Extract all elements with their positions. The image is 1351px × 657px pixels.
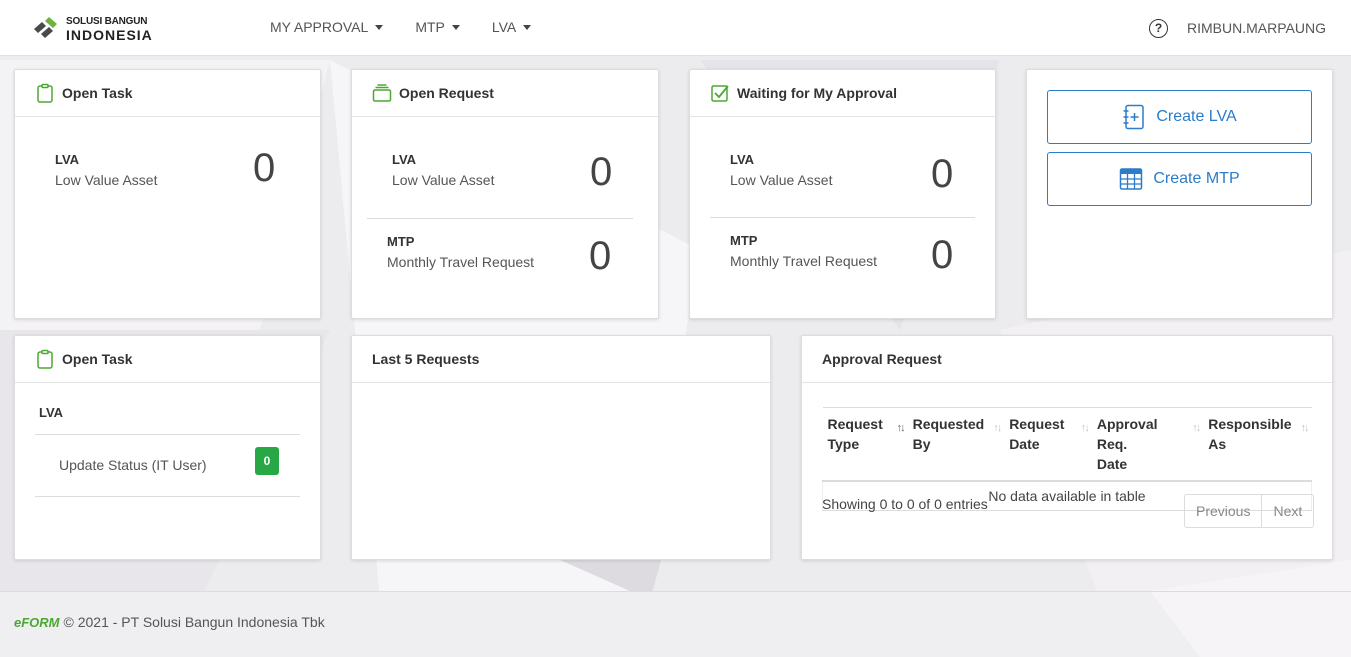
sort-icon: ↑↓ <box>1300 422 1310 434</box>
quick-actions-card: Create LVA Create MTP <box>1026 69 1333 319</box>
approval-request-card: Approval Request Request Type ↑↓ Request… <box>801 335 1333 560</box>
help-icon[interactable]: ? <box>1149 19 1168 38</box>
approval-request-title: Approval Request <box>822 351 942 367</box>
last-requests-card: Last 5 Requests <box>351 335 771 560</box>
open-request-title: Open Request <box>399 85 494 101</box>
stat-count[interactable]: 0 <box>931 152 953 197</box>
stat-count[interactable]: 0 <box>590 150 612 195</box>
nav-my-approval-label: MY APPROVAL <box>270 19 369 35</box>
sort-icon: ↑↓ <box>993 422 1002 434</box>
stat-count[interactable]: 0 <box>253 146 275 191</box>
col-approval-req-date[interactable]: Approval Req. Date ↑↓ <box>1091 407 1204 482</box>
task-item-label[interactable]: Update Status (IT User) <box>59 457 207 473</box>
stat-desc: Monthly Travel Request <box>387 254 535 270</box>
sort-icon: ↑↓ <box>1192 422 1201 434</box>
stat-count[interactable]: 0 <box>589 234 611 279</box>
waiting-approval-card: Waiting for My Approval LVA Low Value As… <box>689 69 996 319</box>
nav-mtp[interactable]: MTP <box>415 19 460 35</box>
create-lva-label: Create LVA <box>1156 108 1237 125</box>
waiting-approval-header: Waiting for My Approval <box>690 70 995 117</box>
col-request-type[interactable]: Request Type ↑↓ <box>822 407 908 482</box>
row-divider <box>35 496 300 497</box>
check-square-icon <box>711 85 729 102</box>
create-lva-button[interactable]: Create LVA <box>1047 90 1312 144</box>
col-line: Type <box>827 436 860 452</box>
nav-mtp-label: MTP <box>415 19 445 35</box>
stat-code: MTP <box>730 233 758 248</box>
brand-line2: INDONESIA <box>66 26 153 43</box>
stat-desc: Monthly Travel Request <box>730 253 878 269</box>
top-navbar: SOLUSI BANGUN INDONESIA MY APPROVAL MTP … <box>0 0 1351 56</box>
caret-down-icon <box>523 24 532 30</box>
open-task-detail-card: Open Task LVA Update Status (IT User) 0 <box>14 335 321 560</box>
caret-down-icon <box>451 24 460 30</box>
stack-icon <box>372 84 392 102</box>
footer: eFORM © 2021 - PT Solusi Bangun Indonesi… <box>14 614 325 630</box>
open-task-detail-header: Open Task <box>15 336 320 383</box>
col-line: Request <box>827 416 883 432</box>
footer-copyright: © 2021 - PT Solusi Bangun Indonesia Tbk <box>63 614 325 630</box>
footer-divider <box>0 591 1351 592</box>
task-group-label: LVA <box>39 405 64 420</box>
last-requests-header: Last 5 Requests <box>352 336 770 383</box>
row-divider <box>367 218 633 219</box>
col-request-date[interactable]: Request Date ↑↓ <box>1004 407 1092 482</box>
col-line: Date <box>1009 436 1040 452</box>
clipboard-icon <box>37 83 53 103</box>
task-count-badge[interactable]: 0 <box>255 447 279 475</box>
open-task-detail-title: Open Task <box>62 351 133 367</box>
create-mtp-label: Create MTP <box>1153 170 1240 187</box>
col-line: Approval Req. <box>1096 416 1158 452</box>
caret-down-icon <box>375 24 384 30</box>
open-task-header: Open Task <box>15 70 320 117</box>
col-line: Requested <box>912 416 985 432</box>
main-menu: MY APPROVAL MTP LVA <box>270 19 563 35</box>
stat-code: LVA <box>55 152 80 167</box>
brand-line1: SOLUSI BANGUN <box>66 15 148 27</box>
stat-desc: Low Value Asset <box>392 172 495 188</box>
user-menu[interactable]: RIMBUN.MARPAUNG <box>1187 20 1326 36</box>
col-line: As <box>1208 436 1227 452</box>
stat-code: LVA <box>392 152 417 167</box>
previous-button[interactable]: Previous <box>1185 495 1261 527</box>
col-requested-by[interactable]: Requested By ↑↓ <box>907 407 1005 482</box>
stat-code: MTP <box>387 234 415 249</box>
stat-desc: Low Value Asset <box>730 172 833 188</box>
sort-icon: ↑↓ <box>896 422 906 434</box>
nav-lva[interactable]: LVA <box>491 19 532 35</box>
col-line: By <box>912 436 931 452</box>
table-grid-icon <box>1120 168 1143 190</box>
brand-logo[interactable]: SOLUSI BANGUN INDONESIA <box>32 16 153 42</box>
open-task-title: Open Task <box>62 85 133 101</box>
eform-logo: eFORM <box>14 614 60 630</box>
stat-desc: Low Value Asset <box>55 172 158 188</box>
nav-my-approval[interactable]: MY APPROVAL <box>270 19 384 35</box>
brand-mark-icon <box>34 17 57 38</box>
approval-request-header: Approval Request <box>802 336 1332 383</box>
open-request-header: Open Request <box>352 70 658 117</box>
stat-count[interactable]: 0 <box>931 233 953 278</box>
nav-lva-label: LVA <box>491 19 517 35</box>
col-line: Responsible <box>1208 416 1292 432</box>
next-button[interactable]: Next <box>1261 495 1313 527</box>
col-line: Request <box>1009 416 1065 432</box>
last-requests-title: Last 5 Requests <box>372 351 480 367</box>
sort-icon: ↑↓ <box>1080 422 1090 434</box>
col-line: Date <box>1096 456 1128 472</box>
table-info: Showing 0 to 0 of 0 entries <box>822 496 988 512</box>
clipboard-icon <box>37 349 53 369</box>
open-request-card: Open Request LVA Low Value Asset 0 MTP M… <box>351 69 659 319</box>
row-divider <box>35 434 300 435</box>
open-task-card: Open Task LVA Low Value Asset 0 <box>14 69 321 319</box>
row-divider <box>710 217 975 218</box>
waiting-approval-title: Waiting for My Approval <box>737 85 897 101</box>
stat-code: LVA <box>730 152 755 167</box>
col-responsible-as[interactable]: Responsible As ↑↓ <box>1203 407 1312 482</box>
pagination: Previous Next <box>1184 494 1315 528</box>
notebook-plus-icon <box>1123 104 1145 130</box>
create-mtp-button[interactable]: Create MTP <box>1047 152 1312 206</box>
